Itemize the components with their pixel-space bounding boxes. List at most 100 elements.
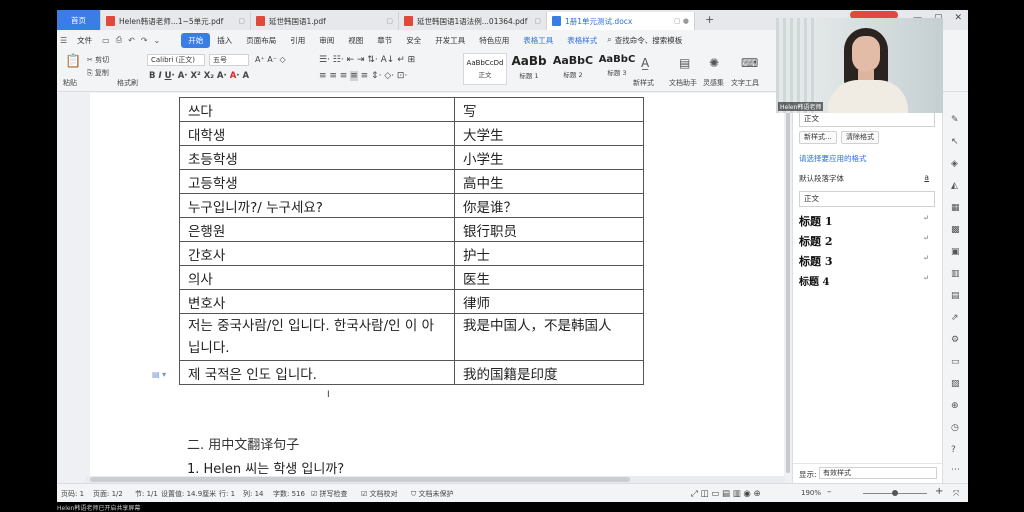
list-buttons[interactable]: ☰· ☷· ⇤ ⇥ ⇅· A↓ ↵ ⊞	[319, 55, 415, 65]
pointer-icon[interactable]: ↖	[951, 137, 959, 147]
paragraph-marker-icon[interactable]: ▤ ▾	[152, 370, 166, 379]
status-word-count[interactable]: 字数: 516	[273, 489, 305, 499]
protection-status[interactable]: ⛉ 文档未保护	[411, 489, 453, 499]
new-style-icon[interactable]: A̲	[641, 56, 649, 70]
heading-3-style[interactable]: 标题 3 ↵	[799, 253, 935, 269]
new-tab-button[interactable]: +	[705, 13, 714, 26]
show-styles-select[interactable]: 有效样式	[819, 467, 937, 479]
save-icon[interactable]: ▭	[99, 36, 113, 45]
text-format-buttons[interactable]: B I U· A· X² X₂ A· A· A	[149, 71, 249, 81]
help-icon[interactable]: ?	[951, 445, 956, 455]
webcam-overlay[interactable]: Helen韩语老师	[776, 18, 943, 113]
menu-dev-tools[interactable]: 开发工具	[428, 35, 472, 46]
download-icon[interactable]: ⊕	[951, 401, 959, 411]
font-name-select[interactable]: Calibri (正文)	[147, 54, 205, 66]
chinese-cell[interactable]: 我的国籍是印度	[454, 360, 644, 385]
chinese-cell[interactable]: 我是中国人，不是韩国人	[454, 313, 644, 361]
menu-chapter[interactable]: 章节	[370, 35, 399, 46]
align-buttons[interactable]: ≡ ≡ ≡ ≡ ≡ ⇕· ◇· ⊡·	[319, 71, 407, 81]
undo-icon[interactable]: ↶	[125, 36, 138, 45]
chinese-cell[interactable]: 你是谁？	[454, 193, 644, 218]
paste-icon[interactable]: 📋	[65, 54, 81, 69]
cut-button[interactable]: ✂ 剪切	[87, 55, 109, 65]
menu-file[interactable]: 文件	[70, 35, 99, 46]
zoom-level[interactable]: 190%	[801, 489, 821, 497]
menu-icon[interactable]: ☰	[57, 36, 70, 45]
print-icon[interactable]: ⎙	[113, 35, 125, 45]
paste-button[interactable]: 粘贴	[63, 78, 77, 88]
inspiration-button[interactable]: 灵感集	[703, 78, 724, 88]
fit-window-icon[interactable]: ⤧	[953, 489, 959, 499]
doc-proof-button[interactable]: ☑ 文档校对	[361, 489, 398, 499]
chart-icon[interactable]: ▥	[951, 269, 960, 279]
chinese-cell[interactable]: 写	[454, 97, 644, 122]
table-icon[interactable]: ▦	[951, 203, 960, 213]
tab-close-icon[interactable]: ▢	[382, 17, 393, 25]
menu-insert[interactable]: 插入	[210, 35, 239, 46]
korean-cell[interactable]: 누구입니까?/ 누구세요?	[179, 193, 455, 218]
fill-icon[interactable]: ◭	[951, 181, 958, 191]
tab-home[interactable]: 首页	[57, 10, 101, 30]
tab-unit-test-docx[interactable]: 1册1单元测试.docx ▢ ●	[547, 12, 695, 30]
style-body[interactable]: AaBbCcDd 正文	[463, 53, 507, 85]
chinese-cell[interactable]: 银行职员	[454, 217, 644, 242]
menu-security[interactable]: 安全	[399, 35, 428, 46]
style-heading-2[interactable]: AaBbC 标题 2	[551, 53, 595, 85]
korean-cell[interactable]: 변호사	[179, 289, 455, 314]
share-icon[interactable]: ⇗	[951, 313, 959, 323]
menu-start[interactable]: 开始	[181, 32, 211, 48]
menu-table-style[interactable]: 表格样式	[560, 35, 604, 46]
korean-cell[interactable]: 간호사	[179, 241, 455, 266]
pen-icon[interactable]: ✎	[951, 115, 959, 125]
new-style-button[interactable]: 新样式	[633, 78, 654, 88]
more-icon[interactable]: ⋯	[951, 465, 960, 475]
korean-cell[interactable]: 의사	[179, 265, 455, 290]
chinese-cell[interactable]: 高中生	[454, 169, 644, 194]
photo-icon[interactable]: ▨	[951, 379, 960, 389]
zoom-slider[interactable]	[863, 490, 927, 496]
korean-cell[interactable]: 쓰다	[179, 97, 455, 122]
heading-1-style[interactable]: 标题 1 ↵	[799, 213, 935, 229]
redo-icon[interactable]: ↷	[138, 36, 151, 45]
scroll-thumb[interactable]	[786, 93, 790, 473]
korean-cell[interactable]: 대학생	[179, 121, 455, 146]
menu-special-apps[interactable]: 特色应用	[472, 35, 516, 46]
chinese-cell[interactable]: 律师	[454, 289, 644, 314]
menu-review[interactable]: 审阅	[312, 35, 341, 46]
menu-table-tools[interactable]: 表格工具	[516, 35, 560, 46]
clear-format-button[interactable]: 清除格式	[841, 131, 879, 144]
heading-2-style[interactable]: 标题 2 ↵	[799, 233, 935, 249]
history-icon[interactable]: ◷	[951, 423, 959, 433]
font-grow-shrink[interactable]: A⁺ A⁻ ◇	[255, 55, 286, 64]
quick-access-more-icon[interactable]: ⌄	[151, 36, 164, 45]
current-style-select[interactable]: 正文	[799, 111, 935, 127]
menu-page-layout[interactable]: 页面布局	[239, 35, 283, 46]
korean-cell[interactable]: 제 국적은 인도 입니다.	[179, 360, 455, 385]
zoom-out-button[interactable]: –	[827, 487, 832, 497]
scroll-thumb[interactable]	[90, 477, 630, 482]
archive-icon[interactable]: ▭	[951, 357, 960, 367]
body-style-item[interactable]: 正文	[799, 191, 935, 207]
doc-assistant-button[interactable]: 文档助手	[669, 78, 697, 88]
text-tools-icon[interactable]: ⌨	[741, 56, 758, 70]
tab-close-icon[interactable]: ▢	[234, 17, 245, 25]
korean-cell[interactable]: 저는 중국사람/인 입니다. 한국사람/인 이 아닙니다.	[179, 313, 455, 361]
text-tools-button[interactable]: 文字工具	[731, 78, 759, 88]
style-heading-1[interactable]: AaBb 标题 1	[507, 53, 551, 85]
tab-close-icon[interactable]: ▢ ●	[670, 17, 689, 25]
chinese-cell[interactable]: 护士	[454, 241, 644, 266]
zoom-in-button[interactable]: +	[935, 486, 943, 497]
view-mode-buttons[interactable]: ⤢ ◫ ▭ ▤ ▥ ◉ ⊕	[691, 489, 761, 499]
default-paragraph-font[interactable]: 默认段落字体 a	[799, 173, 935, 184]
korean-cell[interactable]: 은행원	[179, 217, 455, 242]
new-style-panel-button[interactable]: 新样式...	[799, 131, 837, 144]
image-icon[interactable]: ▣	[951, 247, 960, 257]
shapes-icon[interactable]: ◈	[951, 159, 958, 169]
tab-helen-pdf[interactable]: Helen韩语老师...1~5单元.pdf ▢	[101, 12, 251, 30]
doc-assistant-icon[interactable]: ▤	[679, 56, 690, 70]
settings-icon[interactable]: ⚙	[951, 335, 959, 345]
horizontal-scrollbar[interactable]	[85, 476, 785, 483]
menu-view[interactable]: 视图	[341, 35, 370, 46]
close-icon[interactable]: ✕	[954, 13, 962, 23]
grid-icon[interactable]: ▩	[951, 225, 960, 235]
